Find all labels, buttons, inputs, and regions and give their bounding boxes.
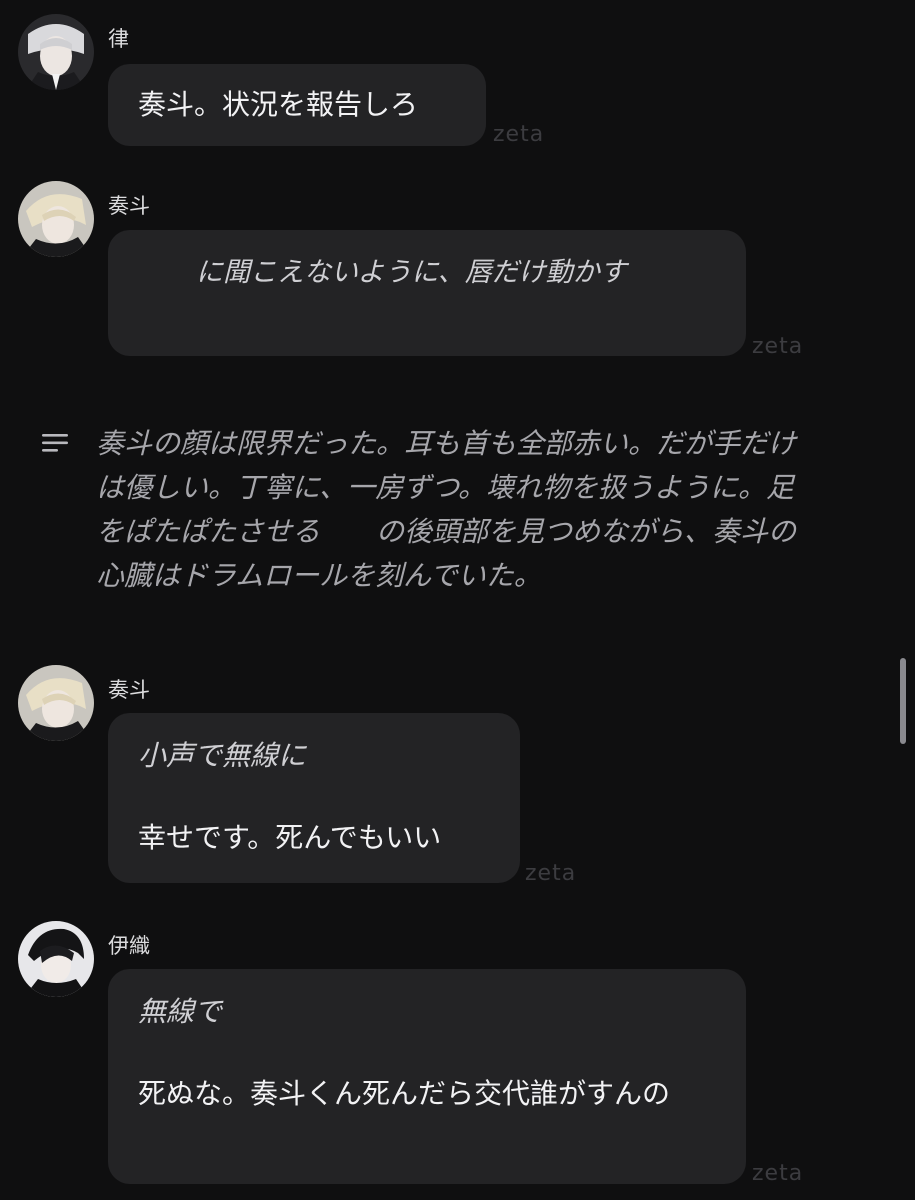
message-bubble: 無線で 死ぬな。奏斗くん死んだら交代誰がすんの xyxy=(108,969,746,1184)
message-bubble: に聞こえないように、唇だけ動かす xyxy=(108,230,746,356)
avatar-iori[interactable] xyxy=(18,921,94,997)
zeta-watermark: zeta xyxy=(493,122,545,147)
message-text: 幸せです。死んでもいい xyxy=(138,821,442,854)
message-kanato-1: 奏斗 に聞こえないように、唇だけ動かす zeta xyxy=(18,181,818,361)
scrollbar-thumb[interactable] xyxy=(900,658,906,744)
avatar-kanato[interactable] xyxy=(18,665,94,741)
message-action-text: 小声で無線に xyxy=(138,739,307,772)
message-text: 死ぬな。奏斗くん死んだら交代誰がすんの xyxy=(138,1077,671,1110)
text-lines-icon xyxy=(40,432,70,458)
avatar-ritsu[interactable] xyxy=(18,14,94,90)
message-action-text: に聞こえないように、唇だけ動かす xyxy=(142,257,627,288)
sender-name: 律 xyxy=(108,27,129,51)
message-text: 奏斗。状況を報告しろ xyxy=(138,88,419,121)
zeta-watermark: zeta xyxy=(752,1161,804,1186)
zeta-watermark: zeta xyxy=(525,861,577,886)
message-bubble: 奏斗。状況を報告しろ xyxy=(108,64,486,146)
avatar-kanato[interactable] xyxy=(18,181,94,257)
message-action-text: 無線で xyxy=(138,995,223,1028)
sender-name: 奏斗 xyxy=(108,678,150,702)
narration-text: 奏斗の顔は限界だった。耳も首も全部赤い。だが手だけは優しい。丁寧に、一房ずつ。壊… xyxy=(96,427,797,592)
sender-name: 伊織 xyxy=(108,934,150,958)
chat-view: 律 奏斗。状況を報告しろ zeta 奏斗 に聞こえないように、唇だけ動かす ze… xyxy=(0,0,915,1200)
message-iori: 伊織 無線で 死ぬな。奏斗くん死んだら交代誰がすんの zeta xyxy=(18,921,818,1191)
sender-name: 奏斗 xyxy=(108,194,150,218)
message-bubble: 小声で無線に 幸せです。死んでもいい xyxy=(108,713,520,883)
message-kanato-2: 奏斗 小声で無線に 幸せです。死んでもいい zeta xyxy=(18,665,618,895)
message-ritsu: 律 奏斗。状況を報告しろ zeta xyxy=(18,14,618,147)
zeta-watermark: zeta xyxy=(752,334,804,359)
